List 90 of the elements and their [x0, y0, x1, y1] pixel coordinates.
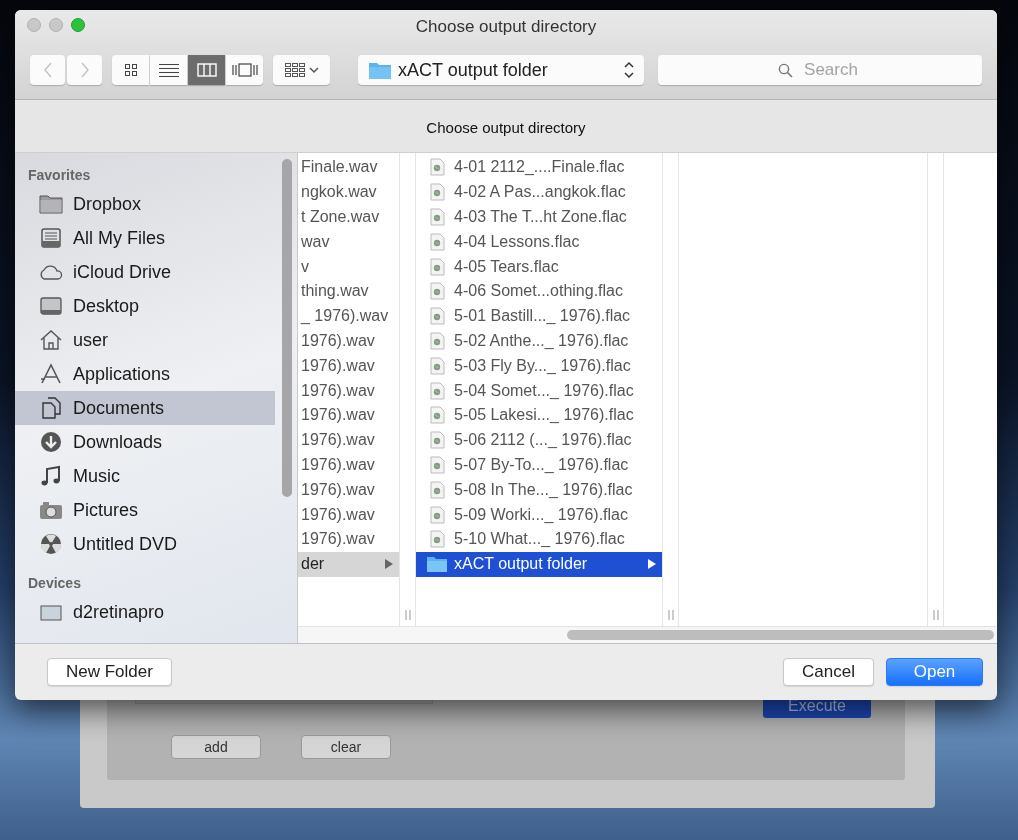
folder-row[interactable]: xACT output folder: [416, 551, 662, 577]
file-row[interactable]: v: [298, 254, 399, 279]
zoom-button[interactable]: [71, 18, 85, 32]
chevron-left-icon: [42, 62, 53, 78]
dialog-message: Choose output directory: [15, 100, 997, 153]
file-row[interactable]: 1976).wav: [298, 427, 399, 453]
sidebar-item[interactable]: Applications: [15, 357, 275, 391]
folder-icon: [368, 60, 392, 80]
sidebar-item[interactable]: Downloads: [15, 425, 275, 459]
cover-flow-icon: [231, 63, 258, 77]
sidebar-item[interactable]: Pictures: [15, 493, 275, 527]
cancel-button[interactable]: Cancel: [783, 658, 874, 686]
applications-icon: [39, 363, 63, 385]
file-row[interactable]: 1976).wav: [298, 378, 399, 403]
new-folder-button[interactable]: New Folder: [47, 658, 172, 686]
clear-button[interactable]: clear: [301, 735, 391, 759]
file-row[interactable]: 5-10 What..._ 1976).flac: [416, 526, 662, 552]
add-button[interactable]: add: [171, 735, 261, 759]
file-row[interactable]: 5-03 Fly By..._ 1976).flac: [416, 353, 662, 379]
list-icon: [158, 63, 179, 77]
folder-row[interactable]: der: [298, 551, 399, 577]
columns-icon: [196, 63, 217, 77]
file-row[interactable]: 5-09 Worki..._ 1976).flac: [416, 502, 662, 527]
search-field[interactable]: Search: [658, 55, 982, 85]
folder-icon: [39, 193, 63, 215]
file-row[interactable]: 1976).wav: [298, 477, 399, 503]
file-row[interactable]: 1976).wav: [298, 502, 399, 527]
file-row[interactable]: 1976).wav: [298, 328, 399, 354]
file-row[interactable]: t Zone.wav: [298, 204, 399, 230]
resize-grip-icon[interactable]: [932, 610, 939, 620]
chevron-right-icon: [79, 62, 90, 78]
file-row[interactable]: 5-04 Somet..._ 1976).flac: [416, 378, 662, 403]
house-icon: [39, 329, 63, 351]
arrange-button[interactable]: [273, 55, 330, 85]
file-row[interactable]: 4-01 2112_....Finale.flac: [416, 155, 662, 180]
file-row[interactable]: 4-02 A Pas...angkok.flac: [416, 179, 662, 205]
view-mode-button[interactable]: [150, 55, 187, 85]
sidebar-item[interactable]: iCloud Drive: [15, 255, 275, 289]
sidebar-item[interactable]: user: [15, 323, 275, 357]
window-title: Choose output directory: [415, 16, 597, 37]
file-row[interactable]: wav: [298, 229, 399, 255]
file-row[interactable]: 5-01 Bastill..._ 1976).flac: [416, 303, 662, 329]
sidebar-item[interactable]: Dropbox: [15, 187, 275, 221]
file-row[interactable]: 4-03 The T...ht Zone.flac: [416, 204, 662, 230]
file-row[interactable]: 1976).wav: [298, 402, 399, 428]
file-row[interactable]: thing.wav: [298, 279, 399, 304]
file-row[interactable]: 1976).wav: [298, 452, 399, 478]
sidebar-section-title: Devices: [27, 574, 82, 593]
file-row[interactable]: 5-07 By-To..._ 1976).flac: [416, 452, 662, 478]
grid-icon: [123, 63, 138, 77]
view-mode-button[interactable]: [112, 55, 149, 85]
resize-grip-icon[interactable]: [404, 610, 411, 620]
minimize-button[interactable]: [49, 18, 63, 32]
file-row[interactable]: 5-05 Lakesi..._ 1976).flac: [416, 402, 662, 428]
music-note-icon: [39, 465, 63, 487]
file-tray-icon: [39, 227, 63, 249]
sidebar-item[interactable]: All My Files: [15, 221, 275, 255]
disclosure-triangle-icon: [385, 559, 393, 570]
download-icon: [39, 431, 63, 453]
file-row[interactable]: 5-06 2112 (..._ 1976).flac: [416, 427, 662, 453]
arrange-icon: [283, 62, 320, 78]
path-popup[interactable]: xACT output folder: [358, 55, 644, 85]
folder-icon: [426, 555, 448, 574]
file-row[interactable]: 4-05 Tears.flac: [416, 254, 662, 279]
sidebar-item[interactable]: Desktop: [15, 289, 275, 323]
file-row[interactable]: _ 1976).wav: [298, 303, 399, 329]
close-button[interactable]: [27, 18, 41, 32]
file-row[interactable]: 5-08 In The..._ 1976).flac: [416, 477, 662, 503]
documents-icon: [39, 397, 63, 419]
desktop-icon: [39, 295, 63, 317]
file-row[interactable]: 5-02 Anthe..._ 1976).flac: [416, 328, 662, 354]
disclosure-triangle-icon: [648, 559, 656, 570]
resize-grip-icon[interactable]: [667, 610, 674, 620]
sidebar-item[interactable]: Music: [15, 459, 275, 493]
sidebar-item[interactable]: Documents: [15, 391, 275, 425]
file-row[interactable]: 1976).wav: [298, 526, 399, 552]
file-row[interactable]: Finale.wav: [298, 155, 399, 180]
file-row[interactable]: 4-06 Somet...othing.flac: [416, 279, 662, 304]
sidebar-section-title: Favorites: [27, 166, 92, 185]
file-row[interactable]: ngkok.wav: [298, 179, 399, 205]
stepper-arrows-icon: [624, 61, 634, 79]
scrollbar-thumb[interactable]: [282, 159, 292, 497]
disc-icon: [39, 533, 63, 555]
sidebar-item[interactable]: Untitled DVD: [15, 527, 275, 561]
camera-icon: [39, 499, 63, 521]
sidebar-item[interactable]: d2retinapro: [15, 595, 275, 629]
file-row[interactable]: 1976).wav: [298, 353, 399, 379]
search-icon: [778, 63, 793, 78]
scrollbar-thumb[interactable]: [567, 630, 994, 640]
file-row[interactable]: 4-04 Lessons.flac: [416, 229, 662, 255]
